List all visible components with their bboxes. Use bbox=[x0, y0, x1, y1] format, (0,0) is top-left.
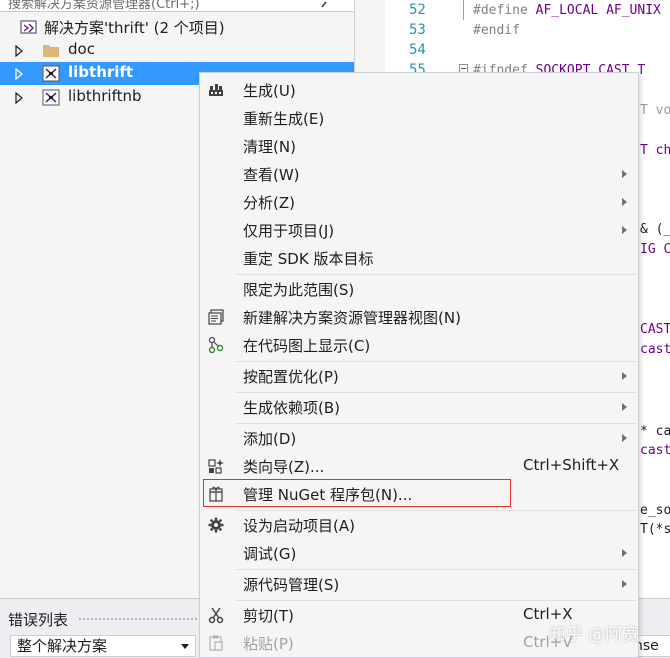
menu-item-class-wizard[interactable]: 类向导(Z)... Ctrl+Shift+X bbox=[200, 453, 638, 479]
code-fragment: T vo bbox=[640, 103, 670, 118]
menu-item-label: 设为启动项目(A) bbox=[243, 517, 355, 535]
build-icon bbox=[209, 84, 223, 96]
code-fragment: * ca bbox=[640, 424, 670, 439]
menu-item-clean[interactable]: 清理(N) bbox=[200, 133, 638, 159]
tree-item-doc[interactable]: doc bbox=[0, 39, 354, 62]
code-fragment: IG C bbox=[640, 242, 670, 257]
menu-item-label: 仅用于项目(J) bbox=[243, 222, 335, 240]
fold-guide bbox=[463, 0, 464, 20]
solution-icon bbox=[20, 20, 37, 34]
submenu-arrow-icon bbox=[622, 549, 627, 557]
menu-item-debug[interactable]: 调试(G) bbox=[200, 540, 638, 566]
menu-item-rebuild[interactable]: 重新生成(E) bbox=[200, 105, 638, 131]
menu-item-analyze[interactable]: 分析(Z) bbox=[200, 189, 638, 215]
menu-item-label: 分析(Z) bbox=[243, 194, 295, 212]
code-fragment: CAST bbox=[640, 322, 670, 337]
menu-item-new-explorer-view[interactable]: 新建解决方案资源管理器视图(N) bbox=[200, 304, 638, 330]
menu-item-view[interactable]: 查看(W) bbox=[200, 161, 638, 187]
menu-item-label: 查看(W) bbox=[243, 166, 300, 184]
submenu-arrow-icon bbox=[622, 403, 627, 411]
menu-separator bbox=[236, 361, 636, 362]
paste-icon bbox=[209, 635, 223, 651]
menu-separator bbox=[236, 600, 636, 601]
tree-item-label: libthrift bbox=[68, 63, 134, 81]
submenu-arrow-icon bbox=[622, 226, 627, 234]
menu-item-label: 源代码管理(S) bbox=[243, 576, 340, 594]
submenu-arrow-icon bbox=[622, 434, 627, 442]
menu-item-label: 调试(G) bbox=[243, 545, 297, 563]
cpp-project-icon bbox=[42, 65, 60, 82]
menu-separator bbox=[236, 423, 636, 424]
search-input[interactable]: 搜索解决方案资源管理器(Ctrl+;) bbox=[0, 0, 354, 12]
code-fragment: T(*s bbox=[640, 522, 670, 537]
code-fragment: cast bbox=[640, 342, 670, 357]
line-number: 52 bbox=[409, 2, 426, 18]
submenu-arrow-icon bbox=[622, 198, 627, 206]
menu-separator bbox=[236, 392, 636, 393]
scope-value: 整个解决方案 bbox=[17, 637, 108, 655]
watermark: 知乎 @阿宽 bbox=[549, 625, 640, 645]
menu-item-set-startup[interactable]: 设为启动项目(A) bbox=[200, 512, 638, 538]
tree-item-label: doc bbox=[68, 40, 95, 58]
menu-separator bbox=[236, 510, 636, 511]
menu-item-label: 按配置优化(P) bbox=[243, 368, 339, 386]
tree-item-label: libthriftnb bbox=[68, 87, 142, 105]
code-map-icon bbox=[208, 336, 224, 354]
new-view-icon bbox=[208, 309, 224, 325]
cpp-project-icon bbox=[42, 89, 60, 106]
menu-item-label: 类向导(Z)... bbox=[243, 458, 325, 476]
submenu-arrow-icon bbox=[622, 580, 627, 588]
solution-node[interactable]: 解决方案'thrift' (2 个项目) bbox=[0, 16, 354, 39]
menu-item-label: 剪切(T) bbox=[243, 607, 294, 625]
scope-dropdown[interactable]: 整个解决方案 bbox=[10, 635, 196, 657]
menu-item-build[interactable]: 生成(U) bbox=[200, 77, 638, 103]
class-wizard-icon bbox=[208, 459, 224, 474]
expand-arrow-icon[interactable] bbox=[14, 92, 24, 104]
menu-item-profile-guided-opt[interactable]: 按配置优化(P) bbox=[200, 363, 638, 389]
expand-arrow-icon[interactable] bbox=[14, 45, 24, 57]
solution-label: 解决方案'thrift' (2 个项目) bbox=[44, 19, 225, 37]
submenu-arrow-icon bbox=[622, 170, 627, 178]
code-fragment: cast bbox=[640, 443, 670, 458]
menu-separator bbox=[236, 274, 636, 275]
menu-item-show-on-code-map[interactable]: 在代码图上显示(C) bbox=[200, 332, 638, 358]
menu-item-label: 限定为此范围(S) bbox=[243, 281, 355, 299]
menu-item-build-dependencies[interactable]: 生成依赖项(B) bbox=[200, 394, 638, 420]
gear-icon bbox=[208, 517, 224, 533]
code-line: #endif bbox=[473, 23, 520, 38]
code-line: #define AF_LOCAL AF_UNIX bbox=[473, 3, 661, 18]
menu-item-project-only[interactable]: 仅用于项目(J) bbox=[200, 217, 638, 243]
scissors-icon bbox=[208, 607, 224, 624]
menu-item-label: 重定 SDK 版本目标 bbox=[243, 250, 374, 268]
menu-item-label: 生成(U) bbox=[243, 82, 296, 100]
menu-separator bbox=[236, 569, 636, 570]
menu-item-label: 生成依赖项(B) bbox=[243, 399, 340, 417]
menu-item-source-control[interactable]: 源代码管理(S) bbox=[200, 571, 638, 597]
menu-item-add[interactable]: 添加(D) bbox=[200, 425, 638, 451]
menu-item-label: 粘贴(P) bbox=[243, 635, 294, 653]
code-fragment: e_so bbox=[640, 503, 670, 518]
panel-drag-grip[interactable] bbox=[78, 617, 198, 622]
menu-item-shortcut: Ctrl+Shift+X bbox=[523, 456, 620, 474]
code-fragment: T ch bbox=[640, 143, 670, 158]
line-number: 54 bbox=[409, 42, 426, 58]
expand-arrow-icon[interactable] bbox=[14, 68, 24, 80]
panel-title: 错误列表 bbox=[8, 611, 69, 629]
search-placeholder: 搜索解决方案资源管理器(Ctrl+;) bbox=[8, 0, 200, 12]
menu-item-label: 新建解决方案资源管理器视图(N) bbox=[243, 309, 461, 327]
context-menu: 生成(U) 重新生成(E) 清理(N) 查看(W) 分析(Z) 仅用于项目(J)… bbox=[199, 72, 639, 658]
menu-item-label: 清理(N) bbox=[243, 138, 296, 156]
folder-icon bbox=[43, 45, 59, 57]
submenu-arrow-icon bbox=[622, 372, 627, 380]
menu-item-scope-to-this[interactable]: 限定为此范围(S) bbox=[200, 276, 638, 302]
menu-item-label: 添加(D) bbox=[243, 430, 297, 448]
menu-item-label: 在代码图上显示(C) bbox=[243, 337, 371, 355]
highlight-box bbox=[203, 479, 511, 507]
menu-item-label: 重新生成(E) bbox=[243, 110, 325, 128]
search-icon[interactable] bbox=[320, 0, 332, 8]
line-number: 53 bbox=[409, 22, 426, 38]
chevron-down-icon bbox=[181, 644, 189, 649]
menu-item-retarget-sdk[interactable]: 重定 SDK 版本目标 bbox=[200, 245, 638, 271]
code-fragment: & (_ bbox=[640, 222, 670, 237]
